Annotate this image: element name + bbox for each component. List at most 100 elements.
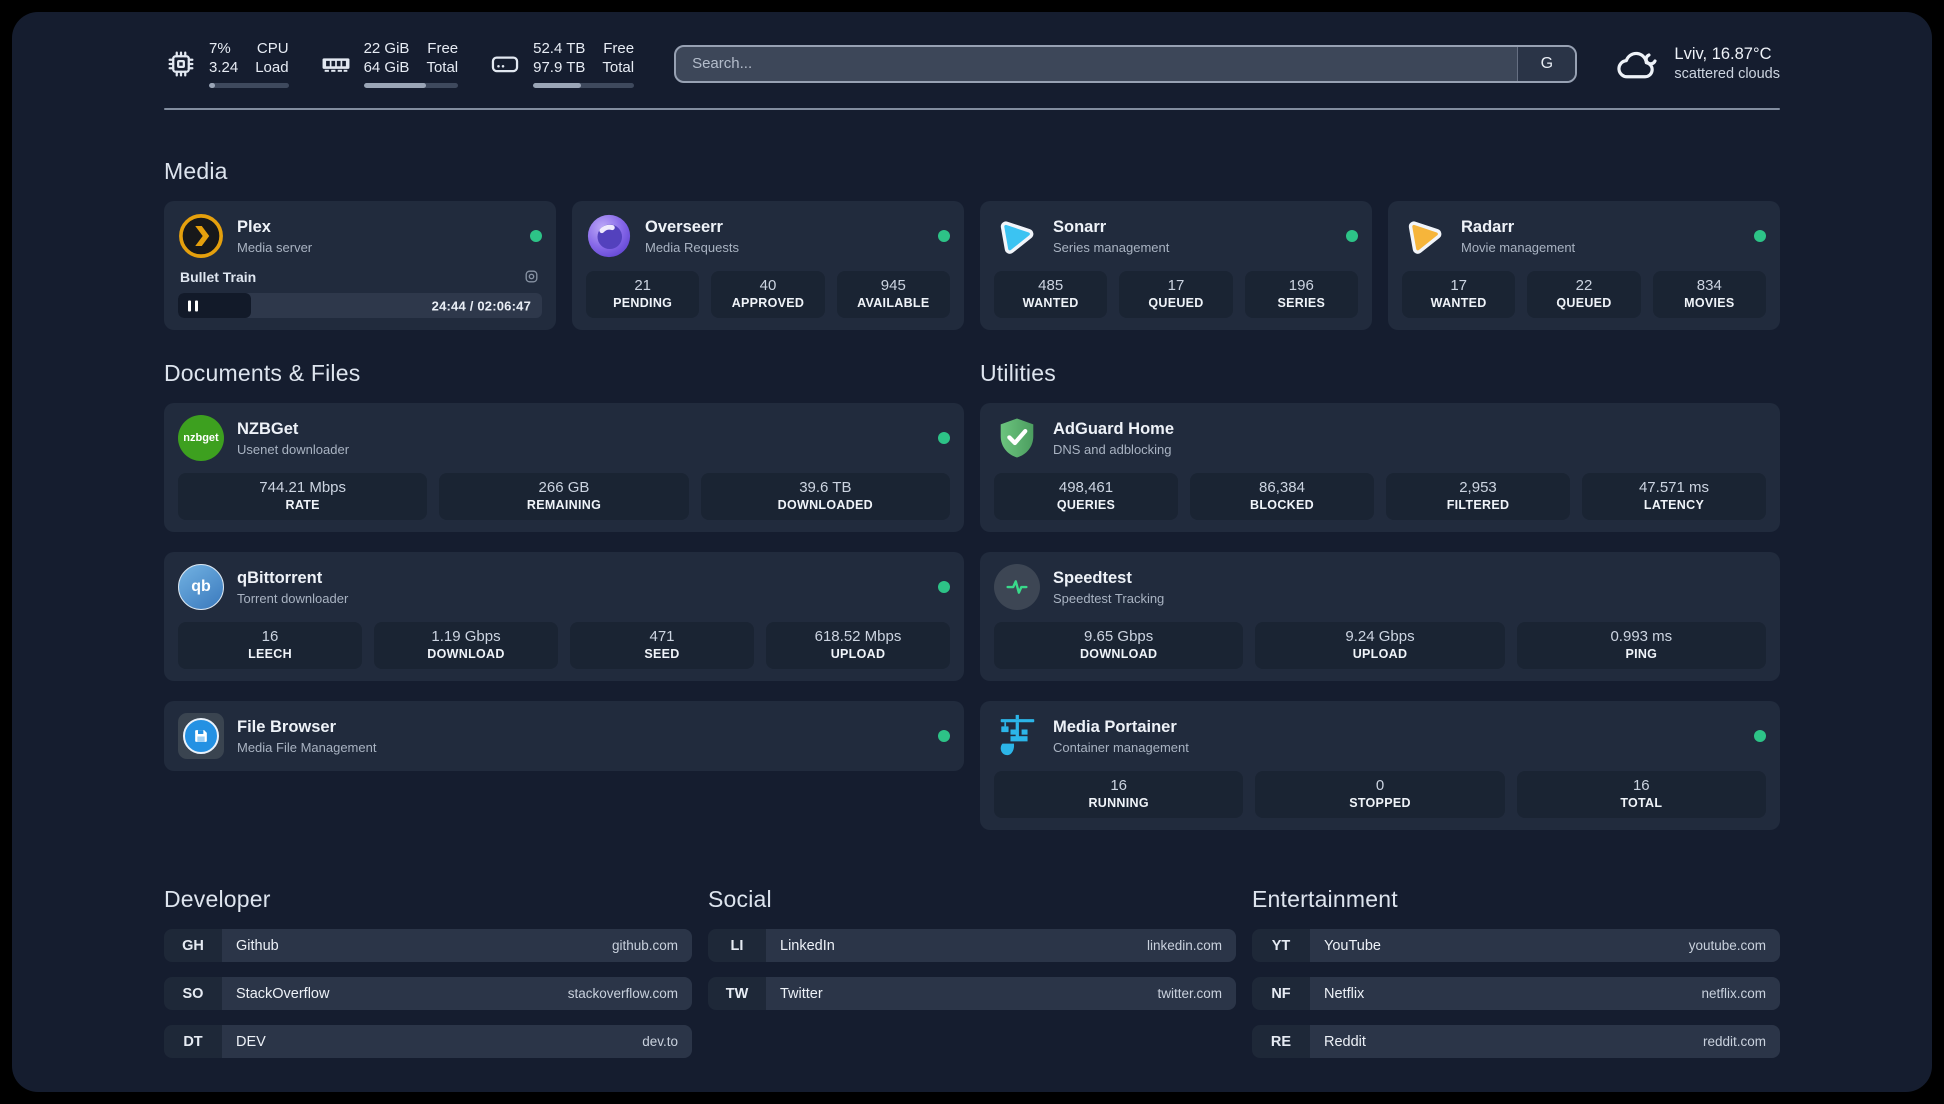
status-dot <box>938 730 950 743</box>
disk-free-label: Free <box>603 40 635 57</box>
weather-widget: Lviv, 16.87°C scattered clouds <box>1615 44 1780 84</box>
app-name: File Browser <box>237 717 337 736</box>
stat-seed: 471 SEED <box>570 622 754 670</box>
app-description: Speedtest Tracking <box>1053 590 1165 606</box>
link-url: reddit.com <box>1702 1034 1766 1050</box>
app-description: DNS and adblocking <box>1053 441 1172 457</box>
link-name: DEV <box>236 1033 266 1050</box>
playback-progress-bar: 24:44 / 02:06:47 <box>178 293 542 319</box>
link-url: linkedin.com <box>1146 938 1222 954</box>
header-divider <box>164 108 1780 111</box>
section-title-developer: Developer <box>164 886 271 913</box>
stat-download: 9.65 Gbps DOWNLOAD <box>994 622 1244 670</box>
disk-free-value: 52.4 TB <box>533 40 586 57</box>
stat-filtered: 2,953 FILTERED <box>1386 473 1570 521</box>
card-overseerr[interactable]: Overseerr Media Requests 21 PENDING 40 A… <box>572 201 964 331</box>
card-plex[interactable]: Plex Media server Bullet Train 24:44 / 0… <box>164 201 556 331</box>
search-engine-button[interactable]: G <box>1517 46 1576 81</box>
card-portainer[interactable]: Media Portainer Container management 16 … <box>980 701 1780 831</box>
section-media: Media Plex Media server Bullet Train 24:… <box>164 158 1780 331</box>
stat-pending: 21 PENDING <box>586 271 700 319</box>
cpu-usage-value: 7% <box>209 40 231 57</box>
app-description: Usenet downloader <box>237 441 350 457</box>
stat-downloaded: 39.6 TB DOWNLOADED <box>700 473 950 521</box>
sonarr-icon <box>994 213 1040 259</box>
plex-icon <box>178 213 224 259</box>
link-tag: LI <box>708 929 766 963</box>
card-qbittorrent[interactable]: qb qBittorrent Torrent downloader 16 LEE… <box>164 552 964 682</box>
card-sonarr[interactable]: Sonarr Series management 485 WANTED 17 Q… <box>980 201 1372 331</box>
ram-total-label: Total <box>426 59 459 77</box>
link-name: StackOverflow <box>236 985 330 1002</box>
section-title-entertainment: Entertainment <box>1252 886 1398 913</box>
cpu-icon <box>164 47 198 81</box>
link-reddit[interactable]: RE Reddit reddit.com <box>1252 1025 1780 1059</box>
card-nzbget[interactable]: nzbget NZBGet Usenet downloader 744.21 M… <box>164 403 964 533</box>
stat-wanted: 485 WANTED <box>994 271 1108 319</box>
weather-location-temp: Lviv, 16.87°C <box>1674 45 1772 64</box>
speedtest-icon <box>994 564 1040 611</box>
stat-rate: 744.21 Mbps RATE <box>178 473 428 521</box>
stat-available: 945 AVAILABLE <box>836 271 950 319</box>
card-filebrowser[interactable]: File Browser Media File Management <box>164 701 964 772</box>
link-dev[interactable]: DT DEV dev.to <box>164 1025 692 1059</box>
section-developer: Developer GH Github github.com SO StackO… <box>164 886 692 1073</box>
stat-approved: 40 APPROVED <box>711 271 825 319</box>
link-youtube[interactable]: YT YouTube youtube.com <box>1252 929 1780 963</box>
app-description: Movie management <box>1461 239 1576 255</box>
stat-upload: 618.52 Mbps UPLOAD <box>766 622 950 670</box>
pause-icon[interactable] <box>188 300 198 312</box>
ram-icon <box>319 47 353 81</box>
section-entertainment: Entertainment YT YouTube youtube.com NF … <box>1252 886 1780 1073</box>
link-github[interactable]: GH Github github.com <box>164 929 692 963</box>
stat-blocked: 86,384 BLOCKED <box>1190 473 1374 521</box>
status-dot <box>1346 230 1358 243</box>
card-speedtest[interactable]: Speedtest Speedtest Tracking 9.65 Gbps D… <box>980 552 1780 682</box>
radarr-icon <box>1402 213 1448 259</box>
link-stackoverflow[interactable]: SO StackOverflow stackoverflow.com <box>164 977 692 1011</box>
search-input[interactable] <box>676 46 1518 81</box>
cloud-icon <box>1615 44 1661 84</box>
session-settings-icon[interactable] <box>523 268 540 285</box>
app-name: qBittorrent <box>237 568 323 587</box>
app-name: Sonarr <box>1053 217 1107 236</box>
link-tag: RE <box>1252 1025 1310 1059</box>
link-url: netflix.com <box>1701 986 1766 1002</box>
link-url: dev.to <box>642 1034 678 1050</box>
ram-total-value: 64 GiB <box>363 59 410 77</box>
dashboard: 7% 3.24 CPU Load 22 GiB 64 GiB Free Tota… <box>12 12 1932 1092</box>
link-netflix[interactable]: NF Netflix netflix.com <box>1252 977 1780 1011</box>
link-name: Twitter <box>780 985 823 1002</box>
card-adguard[interactable]: AdGuard Home DNS and adblocking 498,461 … <box>980 403 1780 533</box>
search-bar: G <box>674 44 1578 83</box>
system-stats: 7% 3.24 CPU Load 22 GiB 64 GiB Free Tota… <box>164 39 635 89</box>
link-linkedin[interactable]: LI LinkedIn linkedin.com <box>708 929 1236 963</box>
stat-ping: 0.993 ms PING <box>1516 622 1766 670</box>
app-name: Plex <box>237 217 271 236</box>
app-description: Series management <box>1053 239 1170 255</box>
link-name: Github <box>236 937 279 954</box>
cpu-progress-fill <box>209 83 215 89</box>
stat-stopped: 0 STOPPED <box>1255 771 1505 819</box>
cpu-usage-label: CPU <box>256 40 289 57</box>
section-title-utilities: Utilities <box>980 360 1056 387</box>
link-name: LinkedIn <box>780 937 835 954</box>
disk-total-label: Total <box>602 59 635 77</box>
stat-queries: 498,461 QUERIES <box>994 473 1178 521</box>
section-documents: Documents & Files nzbget NZBGet Usenet d… <box>164 360 964 772</box>
link-url: stackoverflow.com <box>567 986 678 1002</box>
link-tag: TW <box>708 977 766 1011</box>
link-twitter[interactable]: TW Twitter twitter.com <box>708 977 1236 1011</box>
cpu-progress-track <box>209 83 289 89</box>
topbar: 7% 3.24 CPU Load 22 GiB 64 GiB Free Tota… <box>164 12 1780 89</box>
link-url: youtube.com <box>1688 938 1766 954</box>
status-dot <box>1754 730 1766 743</box>
card-radarr[interactable]: Radarr Movie management 17 WANTED 22 QUE… <box>1388 201 1780 331</box>
link-url: github.com <box>611 938 678 954</box>
stat-leech: 16 LEECH <box>178 622 362 670</box>
app-description: Container management <box>1053 739 1189 755</box>
filebrowser-icon <box>178 713 224 760</box>
app-name: Radarr <box>1461 217 1515 236</box>
section-title-documents: Documents & Files <box>164 360 361 387</box>
section-utilities: Utilities AdGuard Home DNS and adblockin… <box>980 360 1780 831</box>
